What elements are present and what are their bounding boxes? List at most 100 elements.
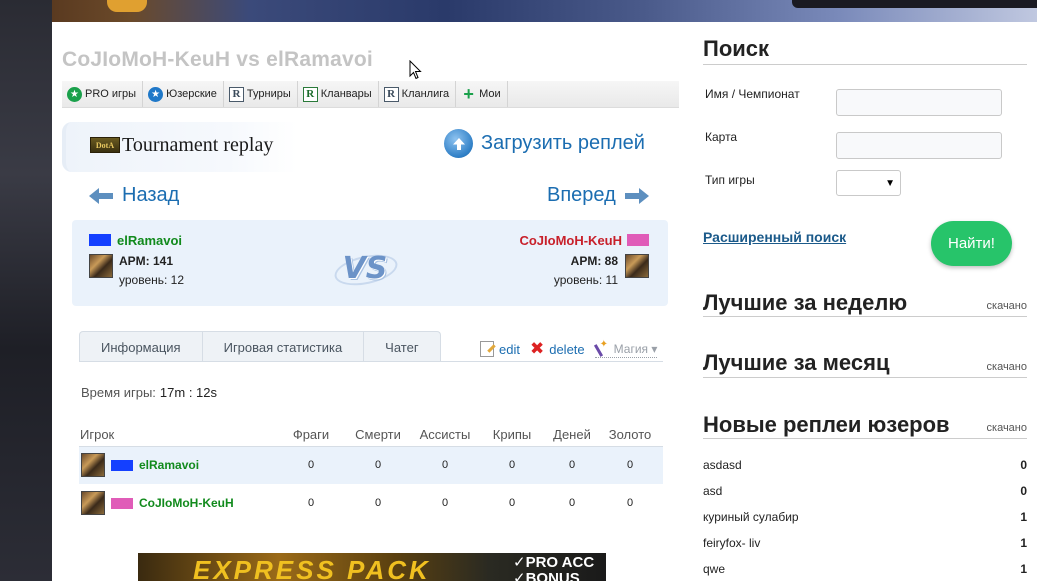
- replay-name: asdasd: [703, 458, 742, 472]
- tab-label: Мои: [479, 88, 501, 100]
- player1-name[interactable]: elRamavoi: [117, 233, 182, 248]
- tab-game-stats[interactable]: Игровая статистика: [203, 332, 365, 362]
- list-item[interactable]: qwe 1: [703, 556, 1027, 581]
- banner-feature: ✓BONUS: [513, 570, 580, 581]
- tab-information[interactable]: Информация: [80, 332, 203, 362]
- player-name-link[interactable]: CoJIoMoH-KeuH: [139, 496, 234, 510]
- tab-tournaments[interactable]: R Турниры: [224, 81, 298, 107]
- deaths-cell: 0: [374, 497, 382, 509]
- downloaded-label: скачано: [986, 422, 1027, 434]
- delete-label: delete: [549, 341, 585, 357]
- assists-cell: 0: [441, 497, 449, 509]
- hero-avatar: [81, 453, 105, 478]
- header-bar: [792, 0, 1037, 8]
- star-blue-icon: ★: [148, 86, 164, 102]
- game-time-value: 17m : 12s: [159, 385, 218, 400]
- user-replays-list: asdasd 0 asd 0 куриный сулабир 1 feiryfo…: [703, 452, 1027, 581]
- page-title: CoJIoMoH-KeuH vs elRamavoi: [62, 48, 373, 71]
- magic-wand-icon: [595, 339, 609, 357]
- hero-avatar: [81, 491, 105, 515]
- replay-name: qwe: [703, 562, 726, 576]
- delete-link[interactable]: ✖ delete: [530, 339, 585, 359]
- tab-user-games[interactable]: ★ Юзерские: [143, 81, 224, 107]
- versus-panel: elRamavoi APM: 141 уровень: 12 VS CoJIoM…: [72, 220, 668, 306]
- replay-actions: edit ✖ delete Магия ▾: [480, 339, 667, 359]
- tab-clanleague[interactable]: R Кланлига: [379, 81, 457, 107]
- game-time-label: Время игры:: [81, 385, 156, 400]
- arrow-left-icon: [89, 187, 113, 204]
- advanced-search-link[interactable]: Расширенный поиск: [703, 229, 846, 245]
- gametype-select[interactable]: ▼: [836, 170, 901, 196]
- list-item[interactable]: feiryfox- liv 1: [703, 530, 1027, 556]
- gold-cell: 0: [626, 497, 634, 509]
- banner-features: ✓PRO ACC ✓BONUS: [513, 555, 594, 581]
- map-label: Карта: [705, 130, 738, 144]
- star-green-icon: ★: [67, 86, 82, 102]
- column-header: Золото: [597, 424, 663, 447]
- replay-name: asd: [703, 484, 723, 498]
- tab-pro-games[interactable]: ★ PRO игры: [62, 81, 144, 107]
- download-count: 1: [1020, 510, 1027, 524]
- player-cell: CoJIoMoH-KeuH: [79, 484, 279, 522]
- tab-chat[interactable]: Чатег: [364, 332, 439, 362]
- player1-apm: APM: 141: [119, 254, 174, 268]
- denies-cell: 0: [547, 446, 597, 484]
- list-item[interactable]: asd 0: [703, 478, 1027, 504]
- divider: [703, 438, 1027, 439]
- forward-label: Вперед: [547, 184, 616, 206]
- background-left: [0, 0, 52, 581]
- creeps-cell: 0: [477, 446, 547, 484]
- delete-x-icon: ✖: [529, 339, 545, 358]
- tab-label: Турниры: [246, 88, 291, 100]
- gold-cell: 0: [597, 446, 663, 484]
- best-month-title: Лучшие за месяц: [703, 350, 890, 375]
- tab-mine[interactable]: + Мои: [456, 81, 508, 107]
- sidebar: Поиск Имя / Чемпионат Карта Тип игры ▼ Р…: [703, 22, 1037, 581]
- edit-icon: [480, 341, 494, 357]
- edit-link[interactable]: edit: [480, 341, 520, 357]
- arrow-right-icon: [624, 187, 649, 204]
- magic-dropdown[interactable]: Магия ▾: [594, 339, 658, 358]
- list-item[interactable]: asdasd 0: [703, 452, 1027, 478]
- player2-hero-avatar: [625, 254, 649, 278]
- divider: [703, 316, 1027, 317]
- find-button[interactable]: Найти!: [931, 221, 1012, 266]
- deaths-cell: 0: [343, 446, 413, 484]
- tab-label: Кланлига: [401, 88, 450, 100]
- info-tabs: Информация Игровая статистика Чатег: [79, 331, 441, 362]
- column-header: Смерти: [343, 424, 413, 447]
- player-color-flag: [89, 234, 111, 246]
- back-link[interactable]: Назад: [88, 184, 179, 207]
- r-icon: R: [383, 86, 399, 102]
- ad-banner[interactable]: EXPRESS PACK ✓PRO ACC ✓BONUS: [138, 553, 606, 581]
- column-header: Деней: [547, 424, 597, 447]
- denies-cell: 0: [568, 497, 576, 509]
- edit-label: edit: [499, 341, 520, 357]
- r-icon: R: [228, 86, 244, 102]
- forward-link[interactable]: Вперед: [547, 184, 650, 207]
- banner-feature: ✓PRO ACC: [513, 554, 595, 571]
- name-input[interactable]: [836, 89, 1002, 116]
- list-item[interactable]: куриный сулабир 1: [703, 504, 1027, 530]
- back-label: Назад: [122, 184, 180, 206]
- table-header-row: Игрок Фраги Смерти Ассисты Крипы Деней З…: [79, 424, 663, 447]
- chevron-down-icon: ▼: [885, 177, 895, 189]
- map-input[interactable]: [836, 132, 1002, 159]
- r-green-icon: R: [302, 86, 318, 102]
- player-color-flag: [111, 459, 133, 471]
- upload-replay-button[interactable]: Загрузить реплей: [444, 129, 645, 158]
- new-user-replays-title: Новые реплеи юзеров: [703, 412, 950, 437]
- banner-title: EXPRESS PACK: [193, 555, 431, 581]
- player2-name[interactable]: CoJIoMoH-KeuH: [519, 233, 622, 248]
- downloaded-label: скачано: [986, 361, 1027, 373]
- player1-hero-avatar: [89, 254, 113, 278]
- vs-logo: VS: [342, 250, 388, 286]
- replay-type: Tournament replay: [122, 134, 274, 156]
- kills-cell: 0: [307, 497, 315, 509]
- downloaded-label: скачано: [986, 300, 1027, 312]
- tab-clanwars[interactable]: R Кланвары: [298, 81, 379, 107]
- player-name-link[interactable]: elRamavoi: [139, 458, 199, 472]
- background-header-art: [52, 0, 1037, 22]
- download-count: 0: [1020, 484, 1027, 498]
- player-color-flag: [111, 497, 133, 509]
